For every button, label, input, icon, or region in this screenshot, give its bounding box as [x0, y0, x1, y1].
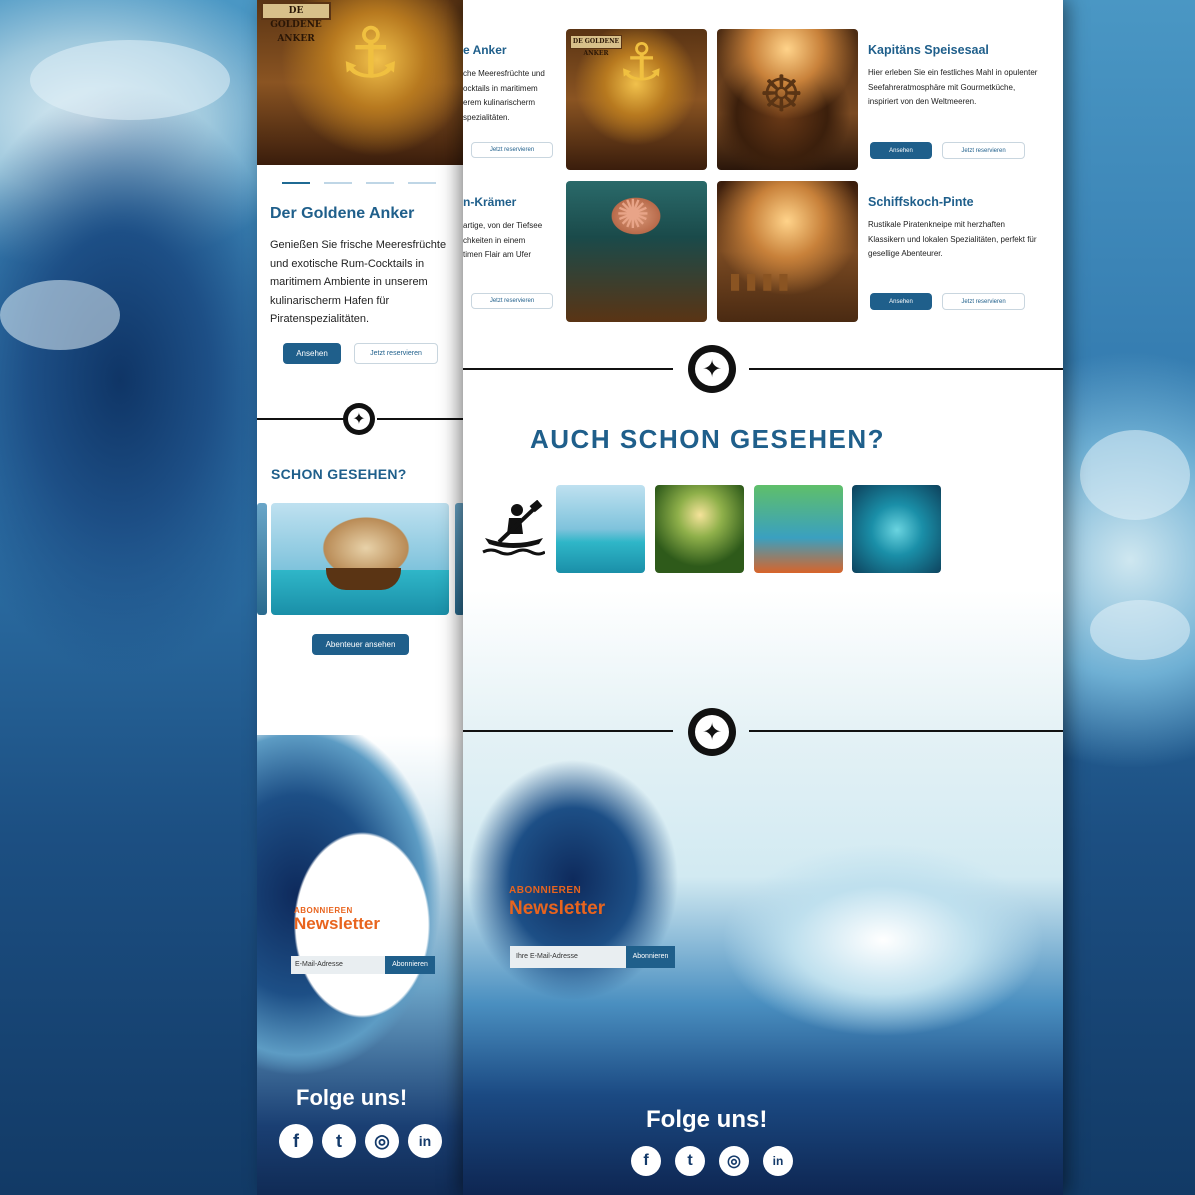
restaurant-description: che Meeresfrüchte und ocktails in mariti… [463, 67, 545, 125]
facebook-icon[interactable]: f [279, 1124, 313, 1158]
text-line: artige, von der Tiefsee [463, 221, 543, 230]
linkedin-icon[interactable]: in [408, 1124, 442, 1158]
kayak-icon [482, 500, 545, 556]
instagram-icon[interactable]: ◎ [719, 1146, 749, 1176]
view-button[interactable]: Ansehen [283, 343, 341, 364]
wave-foam [1080, 430, 1190, 520]
restaurant-image[interactable]: DE GOLDENE ANKER ⚓ [566, 29, 707, 170]
reserve-button[interactable]: Jetzt reservieren [471, 293, 553, 309]
carousel-dot[interactable] [282, 182, 310, 184]
reserve-button[interactable]: Jetzt reservieren [942, 293, 1025, 310]
ship-wheel-icon: ☸ [759, 65, 804, 123]
section-divider [257, 418, 345, 420]
carousel-dot[interactable] [408, 182, 436, 184]
restaurant-description: Hier erleben Sie ein festliches Mahl in … [868, 68, 1038, 106]
text-line: erem kulinarischerm [463, 98, 536, 107]
subscribe-button[interactable]: Abonnieren [626, 946, 675, 968]
follow-title: Folge uns! [646, 1106, 768, 1133]
view-button[interactable]: Ansehen [870, 293, 932, 310]
section-title: AUCH SCHON GESEHEN? [530, 424, 885, 454]
social-links: f t ◎ in [631, 1146, 793, 1176]
restaurant-image[interactable]: ☸ [717, 29, 858, 170]
restaurant-title: n-Krämer [463, 195, 517, 209]
text-line: chkeiten in einem [463, 235, 526, 245]
ship-icon [326, 568, 401, 590]
section-divider [749, 730, 1063, 732]
text-line: spezialitäten. [463, 112, 510, 122]
view-button[interactable]: Ansehen [870, 142, 932, 159]
octopus-icon: ✺ [616, 192, 650, 238]
restaurant-hero-image: DE GOLDENE ANKER ⚓ [257, 0, 465, 165]
text-line: ocktails in maritimem [463, 83, 538, 93]
restaurant-description: Genießen Sie frische Meeresfrüchte und e… [270, 239, 447, 325]
compass-icon: ✦ [343, 403, 375, 435]
compass-icon: ✦ [688, 345, 736, 393]
restaurant-title: e Anker [463, 43, 507, 57]
wave-foam [30, 40, 230, 120]
instagram-icon[interactable]: ◎ [365, 1124, 399, 1158]
restaurant-sign: DE GOLDENE ANKER [261, 2, 331, 44]
section-background [463, 590, 1063, 740]
linkedin-icon[interactable]: in [763, 1146, 793, 1176]
mobile-mockup: DE GOLDENE ANKER ⚓ Der Goldene Anker Gen… [257, 0, 465, 1195]
adventure-thumbnail[interactable] [655, 485, 744, 573]
restaurant-title: Der Goldene Anker [270, 205, 415, 222]
anchor-icon: ⚓ [339, 12, 402, 94]
restaurant-title: Kapitäns Speisesaal [868, 43, 989, 57]
restaurant-image[interactable]: ▮▮▮▮ [717, 181, 858, 322]
adventure-button[interactable]: Abenteuer ansehen [312, 634, 409, 655]
barrel-icon: ▮▮▮▮ [729, 269, 794, 294]
wave-foam [0, 280, 120, 350]
carousel-prev-peek[interactable] [257, 503, 267, 615]
twitter-icon[interactable]: t [675, 1146, 705, 1176]
restaurant-description: artige, von der Tiefsee chkeiten in eine… [463, 219, 542, 263]
text-line: timen Flair am Ufer [463, 250, 532, 259]
adventure-thumbnail[interactable] [754, 485, 843, 573]
newsletter-kicker: ABONNIEREN [509, 885, 582, 896]
restaurant-image[interactable]: ✺ [566, 181, 707, 322]
newsletter-title: Newsletter [294, 914, 380, 933]
carousel-dot[interactable] [366, 182, 394, 184]
adventure-thumbnail[interactable] [852, 485, 941, 573]
carousel-dots [282, 182, 436, 184]
wave-foam [1090, 600, 1190, 660]
reserve-button[interactable]: Jetzt reservieren [942, 142, 1025, 159]
text-line: che Meeresfrüchte und [463, 69, 545, 78]
section-divider [463, 368, 673, 370]
adventure-thumbnail[interactable] [556, 485, 645, 573]
anchor-icon: ⚓ [618, 33, 665, 93]
section-divider [749, 368, 1063, 370]
reserve-button[interactable]: Jetzt reservieren [354, 343, 438, 364]
subscribe-button[interactable]: Abonnieren [385, 956, 435, 974]
section-title: SCHON GESEHEN? [271, 466, 407, 482]
follow-title: Folge uns! [296, 1085, 408, 1110]
restaurant-title: Schiffskoch-Pinte [868, 195, 974, 209]
desktop-mockup: e Anker che Meeresfrüchte und ocktails i… [463, 0, 1063, 1195]
compass-icon: ✦ [688, 708, 736, 756]
carousel-dot[interactable] [324, 182, 352, 184]
restaurant-sign: DE GOLDENE ANKER [570, 35, 622, 57]
newsletter-title: Newsletter [509, 898, 606, 919]
email-input[interactable]: Ihre E-Mail-Adresse [510, 946, 626, 968]
reserve-button[interactable]: Jetzt reservieren [471, 142, 553, 158]
section-divider [463, 730, 673, 732]
facebook-icon[interactable]: f [631, 1146, 661, 1176]
email-input[interactable]: E-Mail-Adresse [291, 956, 385, 974]
social-links: f t ◎ in [279, 1124, 442, 1158]
section-divider [377, 418, 465, 420]
pirate-ship-image[interactable] [271, 503, 449, 615]
restaurant-description: Rustikale Piratenkneipe mit herzhaften K… [868, 220, 1037, 258]
twitter-icon[interactable]: t [322, 1124, 356, 1158]
